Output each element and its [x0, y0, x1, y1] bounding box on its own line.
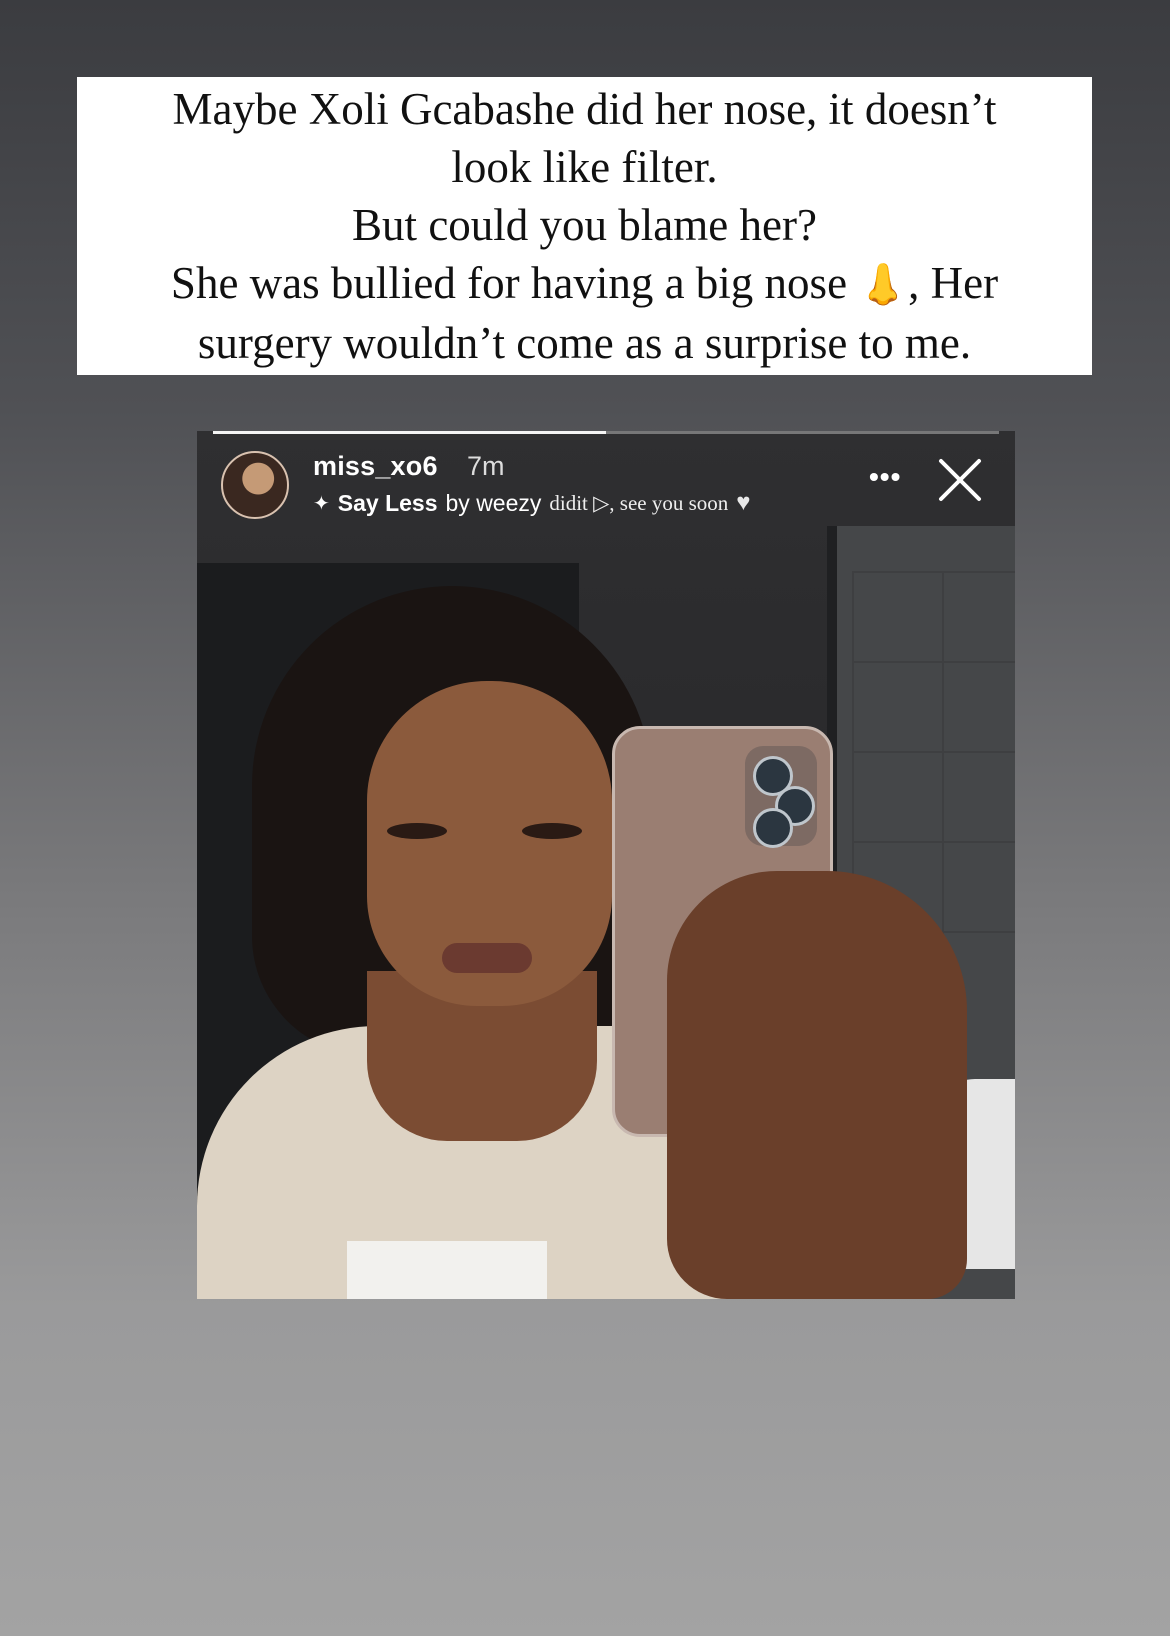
- nose-emoji-icon: 👃: [858, 262, 909, 308]
- camera-lens: [753, 808, 793, 848]
- close-icon[interactable]: [937, 457, 983, 503]
- photo-top: [347, 1241, 547, 1299]
- story-username[interactable]: miss_xo6: [313, 451, 438, 482]
- photo-phone-camera: [745, 746, 817, 848]
- story-time: 7m: [467, 451, 505, 481]
- caption-line-3: But could you blame her?: [352, 200, 817, 250]
- photo-lips: [442, 943, 532, 973]
- avatar[interactable]: [221, 451, 289, 519]
- more-options-icon[interactable]: •••: [869, 461, 901, 493]
- photo-eye-left: [387, 823, 447, 839]
- sparkle-icon: ✦: [313, 492, 330, 515]
- caption-line-5: surgery wouldn’t come as a surprise to m…: [197, 318, 972, 368]
- photo-hand: [667, 871, 967, 1299]
- story-progress-bar: [213, 431, 999, 434]
- caption-box: Maybe Xoli Gcabashe did her nose, it doe…: [77, 77, 1092, 375]
- heart-icon: ♥: [736, 489, 751, 516]
- music-attribution[interactable]: ✦ Say Less by weezy didit ▷, see you soo…: [313, 489, 751, 517]
- story-screenshot: miss_xo6 7m ✦ Say Less by weezy didit ▷,…: [197, 431, 1015, 1299]
- caption-line-1: Maybe Xoli Gcabashe did her nose, it doe…: [172, 84, 997, 134]
- caption-line-2: look like filter.: [451, 142, 718, 192]
- photo-eye-right: [522, 823, 582, 839]
- story-progress-fill: [213, 431, 606, 434]
- song-artist: by weezy: [445, 489, 542, 516]
- caption-line-4-tail: , Her: [908, 258, 999, 308]
- caption-line-4: She was bullied for having a big nose 👃,…: [171, 254, 998, 314]
- song-title: Say Less: [337, 489, 438, 516]
- caption-line-4-text: She was bullied for having a big nose: [170, 258, 848, 308]
- song-extra: didit ▷, see you soon: [549, 490, 729, 515]
